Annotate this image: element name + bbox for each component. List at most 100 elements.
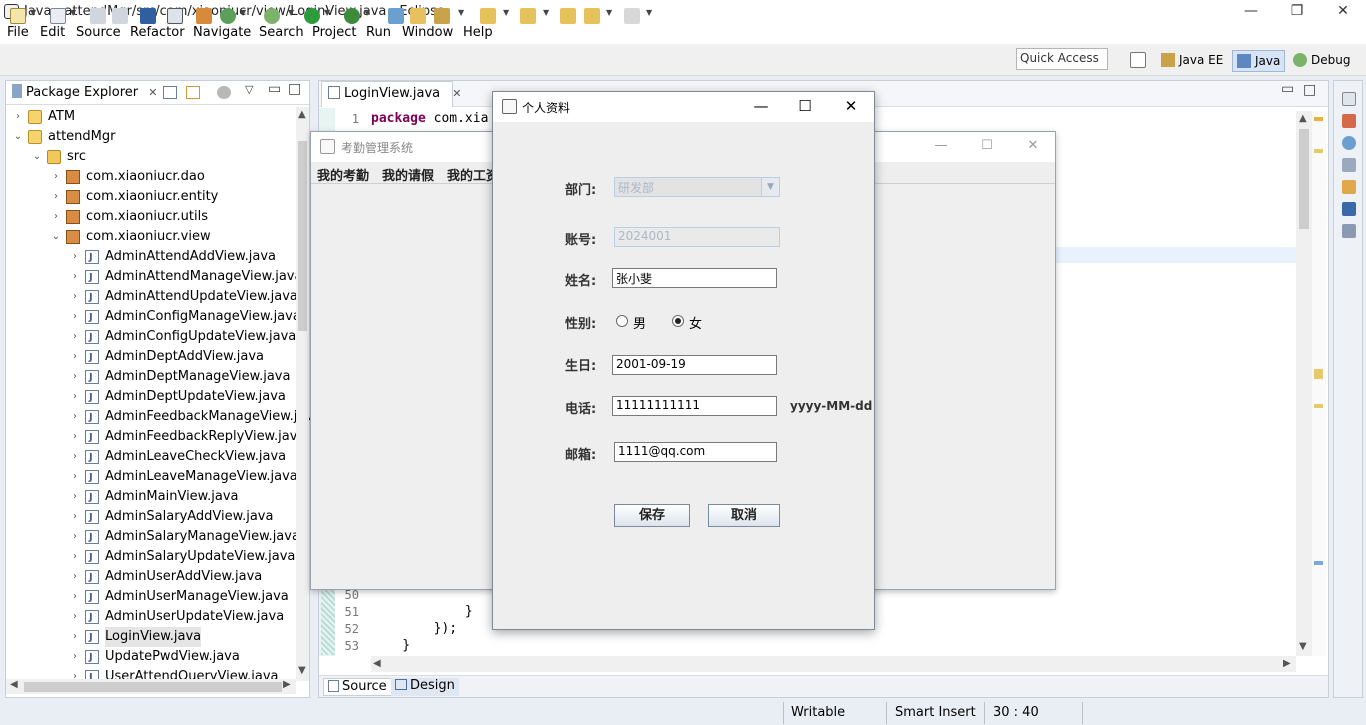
- search-view-icon[interactable]: [1342, 180, 1356, 194]
- menu-source[interactable]: Source: [76, 25, 121, 40]
- code-line[interactable]: }: [371, 604, 473, 619]
- annotation-marker[interactable]: [1314, 369, 1323, 379]
- perspective-java-ee[interactable]: Java EE: [1157, 50, 1227, 72]
- tree-item[interactable]: › AdminConfigManageView.java: [6, 307, 306, 328]
- close-icon[interactable]: ✕: [1320, 0, 1366, 24]
- forward-dropdown-icon[interactable]: ▼: [646, 8, 652, 17]
- tree-item[interactable]: › AdminDeptManageView.java: [6, 367, 306, 388]
- menu-refactor[interactable]: Refactor: [130, 25, 185, 40]
- declaration-icon[interactable]: [1342, 158, 1356, 172]
- previous-annotation-icon[interactable]: [520, 8, 536, 24]
- scroll-right-icon[interactable]: ▶: [1283, 658, 1291, 669]
- menu-my-leave[interactable]: 我的请假: [382, 165, 434, 184]
- chevron-right-icon[interactable]: ›: [50, 207, 62, 227]
- open-perspective-icon[interactable]: [1130, 52, 1146, 68]
- tree-item[interactable]: › AdminDeptUpdateView.java: [6, 387, 306, 408]
- menu-search[interactable]: Search: [259, 25, 304, 40]
- chevron-right-icon[interactable]: ›: [69, 427, 81, 447]
- terminal-icon[interactable]: [140, 8, 156, 24]
- tree-item[interactable]: › AdminLeaveCheckView.java: [6, 447, 306, 468]
- chevron-right-icon[interactable]: ›: [69, 607, 81, 627]
- new-dropdown-icon[interactable]: ▼: [30, 8, 36, 17]
- next-annotation-icon[interactable]: [480, 8, 496, 24]
- editor-vertical-thumb[interactable]: [1299, 129, 1309, 229]
- scroll-down-icon[interactable]: ▼: [298, 665, 306, 676]
- chevron-right-icon[interactable]: ›: [69, 247, 81, 267]
- last-edit-location-icon[interactable]: [560, 8, 576, 24]
- chevron-right-icon[interactable]: ›: [69, 547, 81, 567]
- minimize-view-icon[interactable]: ▭: [268, 81, 281, 97]
- tree-item[interactable]: › ATM: [6, 107, 306, 127]
- phone-field[interactable]: 11111111111: [612, 396, 777, 416]
- tree-item[interactable]: › AdminFeedbackManageView.jav: [6, 407, 313, 428]
- refresh-dropdown-icon[interactable]: ▼: [240, 8, 246, 17]
- menu-project[interactable]: Project: [312, 25, 356, 40]
- refresh-icon[interactable]: [220, 8, 236, 24]
- restore-view-icon[interactable]: [1342, 92, 1356, 106]
- chevron-right-icon[interactable]: ›: [69, 487, 81, 507]
- close-icon[interactable]: ✕: [1013, 135, 1053, 159]
- tree-item[interactable]: › AdminSalaryAddView.java: [6, 507, 306, 528]
- tree-item[interactable]: ⌄ attendMgr: [6, 127, 306, 147]
- restore-icon[interactable]: ❐: [1274, 0, 1320, 24]
- debug-icon[interactable]: [264, 8, 280, 24]
- tree-item[interactable]: › AdminUserUpdateView.java: [6, 607, 306, 628]
- name-field[interactable]: 张小斐: [612, 268, 777, 288]
- gender-male-radio[interactable]: [616, 315, 628, 327]
- tree-item[interactable]: › AdminMainView.java: [6, 487, 306, 508]
- menu-edit[interactable]: Edit: [40, 25, 65, 40]
- gender-male-label[interactable]: 男: [633, 313, 646, 332]
- run-icon[interactable]: [304, 8, 320, 24]
- collapse-all-icon[interactable]: [163, 86, 177, 99]
- scroll-up-icon[interactable]: ▲: [298, 109, 306, 120]
- birthday-field[interactable]: 2001-09-19: [612, 355, 777, 375]
- minimize-icon[interactable]: —: [1228, 0, 1274, 24]
- close-tab-icon[interactable]: ✕: [148, 86, 157, 99]
- tree-vertical-thumb[interactable]: [298, 141, 307, 331]
- gender-female-label[interactable]: 女: [689, 313, 702, 332]
- task-list-icon[interactable]: [1342, 114, 1356, 128]
- menu-my-attendance[interactable]: 我的考勤: [317, 165, 369, 184]
- tree-item[interactable]: › AdminLeaveManageView.java: [6, 467, 306, 488]
- tree-item[interactable]: › UpdatePwdView.java: [6, 647, 306, 668]
- chevron-right-icon[interactable]: ›: [69, 627, 81, 647]
- menu-navigate[interactable]: Navigate: [193, 25, 251, 40]
- chevron-down-icon[interactable]: ▼: [761, 178, 779, 196]
- chevron-right-icon[interactable]: ›: [69, 387, 81, 407]
- previous-annotation-dropdown-icon[interactable]: ▼: [543, 8, 549, 17]
- cancel-button[interactable]: 取消: [708, 504, 780, 527]
- tree-item[interactable]: › com.xiaoniucr.dao: [6, 167, 306, 187]
- tree-item[interactable]: › AdminSalaryManageView.java: [6, 527, 306, 548]
- chevron-right-icon[interactable]: ›: [69, 647, 81, 667]
- scroll-left-icon[interactable]: ◀: [373, 658, 381, 669]
- chevron-right-icon[interactable]: ›: [69, 287, 81, 307]
- code-line[interactable]: package com.xia: [371, 111, 488, 126]
- tree-item[interactable]: › AdminUserManageView.java: [6, 587, 306, 608]
- menu-file[interactable]: File: [7, 25, 29, 40]
- annotation-marker[interactable]: [1314, 561, 1323, 565]
- run-dropdown-icon[interactable]: ▼: [324, 8, 330, 17]
- chevron-right-icon[interactable]: ›: [69, 587, 81, 607]
- close-tab-icon[interactable]: ✕: [452, 87, 461, 100]
- warning-marker[interactable]: [1314, 117, 1323, 121]
- code-line[interactable]: }: [371, 638, 410, 653]
- new-java-package-icon[interactable]: [388, 8, 404, 24]
- chevron-right-icon[interactable]: ›: [50, 167, 62, 187]
- javadoc-icon[interactable]: [1342, 136, 1356, 150]
- problems-icon[interactable]: [1342, 224, 1356, 238]
- tree-item[interactable]: › AdminFeedbackReplyView.java: [6, 427, 306, 448]
- editor-horizontal-scrollbar[interactable]: [371, 656, 1296, 672]
- chevron-right-icon[interactable]: ›: [50, 187, 62, 207]
- chevron-right-icon[interactable]: ›: [69, 527, 81, 547]
- maximize-icon[interactable]: ☐: [967, 135, 1007, 159]
- console-icon[interactable]: [1342, 202, 1356, 216]
- tree-item[interactable]: › AdminConfigUpdateView.java: [6, 327, 306, 348]
- save-icon[interactable]: [90, 8, 106, 24]
- chevron-right-icon[interactable]: ›: [69, 267, 81, 287]
- view-menu-filter-icon[interactable]: [217, 86, 231, 99]
- tree-item[interactable]: › com.xiaoniucr.entity: [6, 187, 306, 207]
- menu-run[interactable]: Run: [366, 25, 391, 40]
- back-icon[interactable]: [584, 8, 600, 24]
- package-explorer-tab[interactable]: Package Explorer ✕: [8, 84, 162, 105]
- save-all-icon[interactable]: [112, 8, 128, 24]
